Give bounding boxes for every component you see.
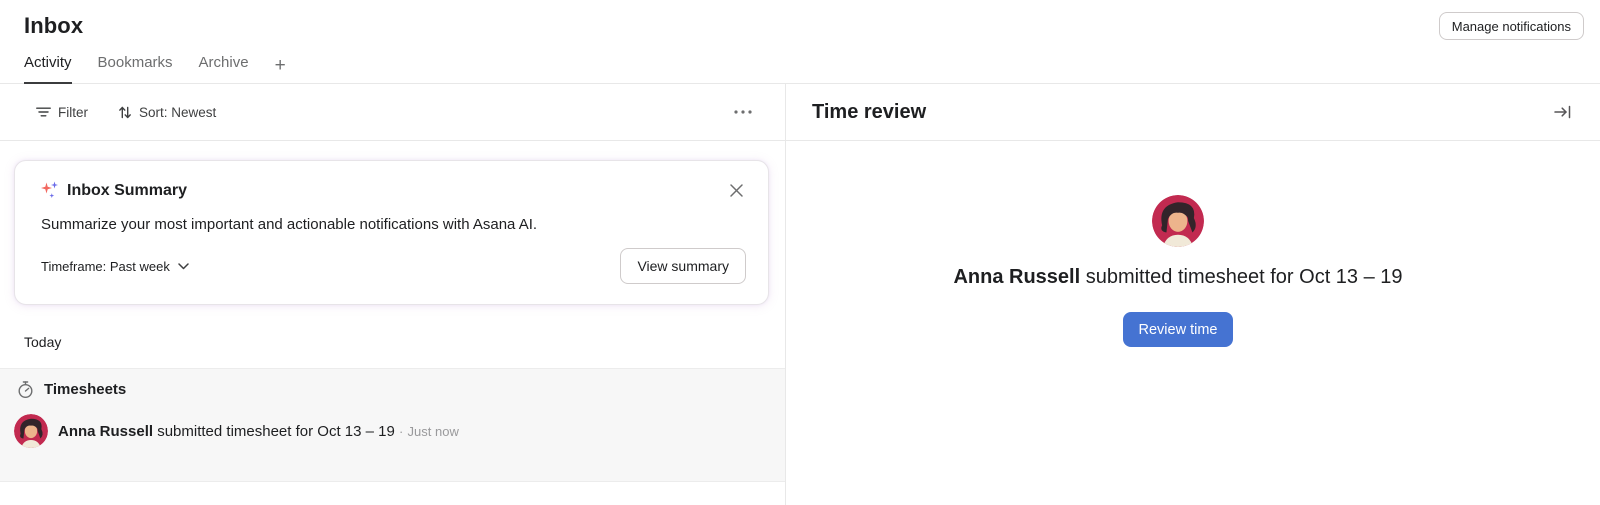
notification-separator: · [399,424,403,439]
inbox-tabs: Activity Bookmarks Archive + [24,54,1576,83]
timeframe-dropdown[interactable]: Timeframe: Past week [41,259,189,274]
time-review-heading: Anna Russell submitted timesheet for Oct… [953,266,1402,289]
chevron-down-icon [178,263,189,270]
more-options-button[interactable] [733,109,753,115]
date-group-label: Today [0,334,785,350]
timeframe-label: Timeframe: Past week [41,259,170,274]
stopwatch-icon [16,380,35,399]
review-time-button[interactable]: Review time [1123,312,1234,347]
detail-action: submitted timesheet for [1086,266,1294,288]
detail-period: Oct 13 – 19 [1299,266,1402,288]
notification-timestamp: Just now [408,424,459,439]
add-tab-button[interactable]: + [275,56,286,83]
filter-button[interactable]: Filter [36,105,88,120]
summary-card-description: Summarize your most important and action… [41,216,746,233]
filter-label: Filter [58,105,88,120]
collapse-panel-button[interactable] [1551,101,1574,123]
summary-card-close-button[interactable] [727,181,746,200]
manage-notifications-button[interactable]: Manage notifications [1439,12,1584,40]
time-review-body: Anna Russell submitted timesheet for Oct… [786,141,1600,505]
timesheets-section: Timesheets Anna Russel [0,368,785,482]
more-dots-icon [733,109,753,115]
ai-sparkle-icon [41,181,59,200]
list-toolbar: Filter Sort: Newest [0,84,785,141]
sort-label: Sort: Newest [139,105,216,120]
notification-row[interactable]: Anna Russell submitted timesheet for Oct… [0,414,785,448]
view-summary-button[interactable]: View summary [620,248,746,284]
avatar [1152,195,1204,247]
close-icon [729,183,744,198]
time-review-panel: Time review [786,84,1600,505]
inbox-app: Inbox Manage notifications Activity Book… [0,0,1600,505]
time-review-title: Time review [812,101,926,124]
tab-activity[interactable]: Activity [24,54,72,84]
collapse-right-icon [1553,103,1572,121]
detail-actor: Anna Russell [953,266,1080,288]
filter-icon [36,105,51,119]
tab-archive[interactable]: Archive [199,54,249,84]
avatar [14,414,48,448]
tab-bookmarks[interactable]: Bookmarks [98,54,173,84]
inbox-summary-card: Inbox Summary Summarize your most import… [14,160,769,305]
notification-period: Oct 13 – 19 [317,423,395,440]
notification-actor: Anna Russell [58,423,153,440]
timesheets-section-header[interactable]: Timesheets [0,380,785,399]
summary-card-title: Inbox Summary [67,182,187,200]
inbox-header: Inbox Manage notifications Activity Book… [0,0,1600,84]
notification-list-panel: Filter Sort: Newest [0,84,786,505]
notification-text: Anna Russell submitted timesheet for Oct… [58,423,459,440]
page-title: Inbox [24,13,1576,39]
time-review-header: Time review [786,84,1600,141]
notification-action: submitted timesheet for [157,423,313,440]
sort-arrows-icon [118,105,132,120]
timesheets-section-title: Timesheets [44,381,126,398]
sort-button[interactable]: Sort: Newest [118,105,216,120]
